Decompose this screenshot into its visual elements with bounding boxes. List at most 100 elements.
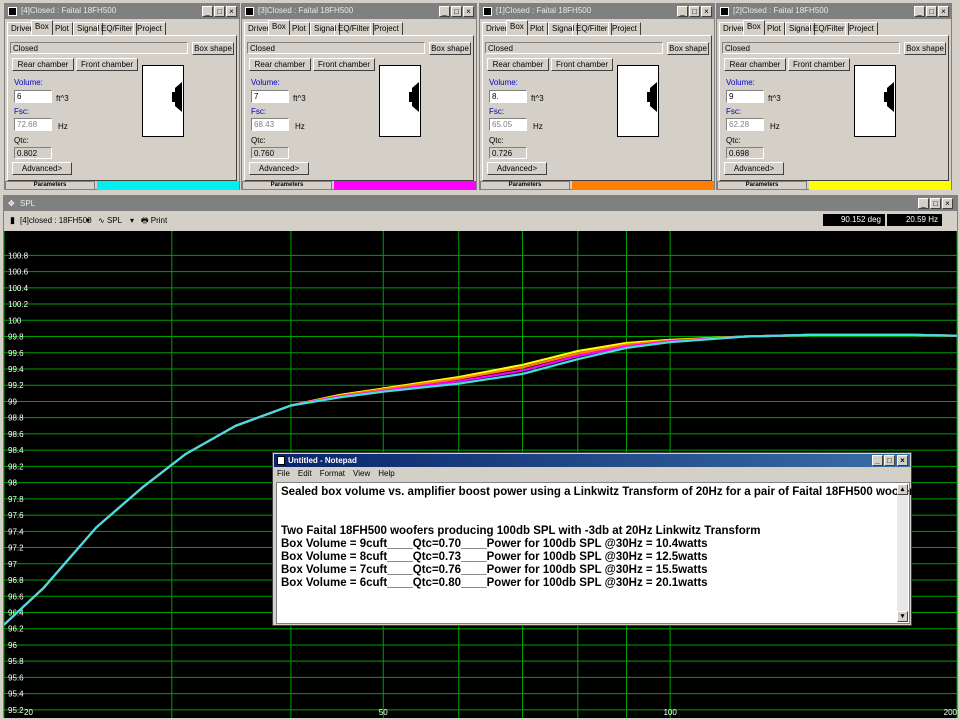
notepad-titlebar[interactable]: Untitled - Notepad _ □ × xyxy=(274,454,910,467)
maximize-button[interactable]: □ xyxy=(214,6,225,17)
menu-format[interactable]: Format xyxy=(320,469,345,478)
minimize-button[interactable]: _ xyxy=(918,198,929,209)
box-shape-button[interactable]: Box shape xyxy=(904,42,946,55)
front-chamber-button[interactable]: Front chamber xyxy=(551,58,613,71)
minimize-button[interactable]: _ xyxy=(677,6,688,17)
fsc-unit: Hz xyxy=(295,122,305,131)
tab-box[interactable]: Box xyxy=(31,20,53,35)
box-type-field: Closed xyxy=(10,42,188,54)
tab-project[interactable]: Project xyxy=(608,22,641,35)
volume-input[interactable]: 6 xyxy=(14,90,52,103)
fsc-field: 68.43 xyxy=(251,118,289,131)
x-tick-label: 100 xyxy=(663,708,677,717)
text-line: Box Volume = 9cuft____Qtc=0.70____Power … xyxy=(281,538,708,550)
y-tick-label: 99.6 xyxy=(8,349,24,358)
selector-dropdown-icon[interactable]: ▾ xyxy=(86,216,90,225)
tab-eq-filter[interactable]: EQ/Filter xyxy=(809,22,849,35)
tab-eq-filter[interactable]: EQ/Filter xyxy=(572,22,612,35)
print-button[interactable]: 🖶 Print xyxy=(141,215,167,229)
menu-view[interactable]: View xyxy=(353,469,370,478)
window-title: [4]Closed : Faital 18FH500 xyxy=(21,6,117,15)
tab-plot[interactable]: Plot xyxy=(288,22,310,35)
advanced-button[interactable]: Advanced> xyxy=(12,162,72,175)
tab-project[interactable]: Project xyxy=(845,22,878,35)
scroll-down-icon[interactable]: ▾ xyxy=(897,611,908,622)
front-chamber-button[interactable]: Front chamber xyxy=(76,58,138,71)
driver-selector[interactable]: [4]closed : 18FH500 xyxy=(20,216,92,225)
y-tick-label: 95.6 xyxy=(8,673,24,682)
fsc-unit: Hz xyxy=(58,122,68,131)
minimize-button[interactable]: _ xyxy=(202,6,213,17)
rear-chamber-button[interactable]: Rear chamber xyxy=(724,58,786,71)
rear-chamber-button[interactable]: Rear chamber xyxy=(249,58,311,71)
close-button[interactable]: × xyxy=(701,6,712,17)
tab-box[interactable]: Box xyxy=(743,20,765,35)
rear-chamber-button[interactable]: Rear chamber xyxy=(12,58,74,71)
tab-eq-filter[interactable]: EQ/Filter xyxy=(334,22,374,35)
minimize-button[interactable]: _ xyxy=(439,6,450,17)
volume-input[interactable]: 9 xyxy=(726,90,764,103)
tab-box[interactable]: Box xyxy=(268,20,290,35)
notepad-text-area[interactable]: ▴ ▾ Sealed box volume vs. amplifier boos… xyxy=(276,482,921,624)
notepad-minimize-button[interactable]: _ xyxy=(872,455,883,466)
box-panel: Closed Box shape Rear chamber Front cham… xyxy=(7,35,237,181)
notepad-scrollbar[interactable]: ▴ ▾ xyxy=(897,484,908,622)
front-chamber-button[interactable]: Front chamber xyxy=(788,58,850,71)
fsc-label: Fsc: xyxy=(489,107,505,116)
box-shape-button[interactable]: Box shape xyxy=(667,42,709,55)
close-button[interactable]: × xyxy=(942,198,953,209)
text-line: Box Volume = 6cuft____Qtc=0.80____Power … xyxy=(281,577,708,589)
tab-project[interactable]: Project xyxy=(370,22,403,35)
box-diagram xyxy=(617,65,659,137)
box-window-titlebar[interactable]: [2]Closed : Faital 18FH500 _ □ × xyxy=(717,4,951,19)
scroll-up-icon[interactable]: ▴ xyxy=(897,484,908,495)
maximize-button[interactable]: □ xyxy=(930,198,941,209)
rear-chamber-button[interactable]: Rear chamber xyxy=(487,58,549,71)
minimize-button[interactable]: _ xyxy=(914,6,925,17)
text-line: Sealed box volume vs. amplifier boost po… xyxy=(281,486,921,498)
box-shape-button[interactable]: Box shape xyxy=(429,42,471,55)
box-shape-button[interactable]: Box shape xyxy=(192,42,234,55)
y-tick-label: 100.8 xyxy=(8,251,29,260)
notepad-close-button[interactable]: × xyxy=(897,455,908,466)
qtc-label: Qtc: xyxy=(14,136,29,145)
parameters-label: Parameters xyxy=(242,181,332,190)
close-button[interactable]: × xyxy=(463,6,474,17)
maximize-button[interactable]: □ xyxy=(451,6,462,17)
maximize-button[interactable]: □ xyxy=(689,6,700,17)
tab-plot[interactable]: Plot xyxy=(51,22,73,35)
close-button[interactable]: × xyxy=(938,6,949,17)
y-tick-label: 96.6 xyxy=(8,592,24,601)
window-icon xyxy=(8,7,17,16)
y-tick-label: 99 xyxy=(8,397,17,406)
menu-help[interactable]: Help xyxy=(378,469,394,478)
front-chamber-button[interactable]: Front chamber xyxy=(313,58,375,71)
y-tick-label: 96 xyxy=(8,641,17,650)
series-color-swatch xyxy=(97,181,239,190)
menu-edit[interactable]: Edit xyxy=(298,469,312,478)
volume-unit: ft^3 xyxy=(56,94,69,103)
tab-plot[interactable]: Plot xyxy=(526,22,548,35)
box-window-3: [2]Closed : Faital 18FH500 _ □ × Driver B… xyxy=(716,3,952,190)
tab-project[interactable]: Project xyxy=(133,22,166,35)
notepad-maximize-button[interactable]: □ xyxy=(884,455,895,466)
advanced-button[interactable]: Advanced> xyxy=(487,162,547,175)
box-window-titlebar[interactable]: [4]Closed : Faital 18FH500 _ □ × xyxy=(5,4,239,19)
tab-plot[interactable]: Plot xyxy=(763,22,785,35)
advanced-button[interactable]: Advanced> xyxy=(249,162,309,175)
y-tick-label: 95.8 xyxy=(8,657,24,666)
spl-titlebar[interactable]: ✥ SPL _ □ × xyxy=(4,196,957,211)
tab-eq-filter[interactable]: EQ/Filter xyxy=(97,22,137,35)
close-button[interactable]: × xyxy=(226,6,237,17)
advanced-button[interactable]: Advanced> xyxy=(724,162,784,175)
tab-box[interactable]: Box xyxy=(506,20,528,35)
window-title: [3]Closed : Faital 18FH500 xyxy=(258,6,354,15)
maximize-button[interactable]: □ xyxy=(926,6,937,17)
box-window-titlebar[interactable]: [1]Closed : Faital 18FH500 _ □ × xyxy=(480,4,714,19)
volume-input[interactable]: 8. xyxy=(489,90,527,103)
volume-input[interactable]: 7 xyxy=(251,90,289,103)
menu-file[interactable]: File xyxy=(277,469,290,478)
mode-dropdown-icon[interactable]: ▾ xyxy=(130,216,134,225)
spl-mode-selector[interactable]: ∿ SPL xyxy=(98,216,122,225)
box-window-titlebar[interactable]: [3]Closed : Faital 18FH500 _ □ × xyxy=(242,4,476,19)
